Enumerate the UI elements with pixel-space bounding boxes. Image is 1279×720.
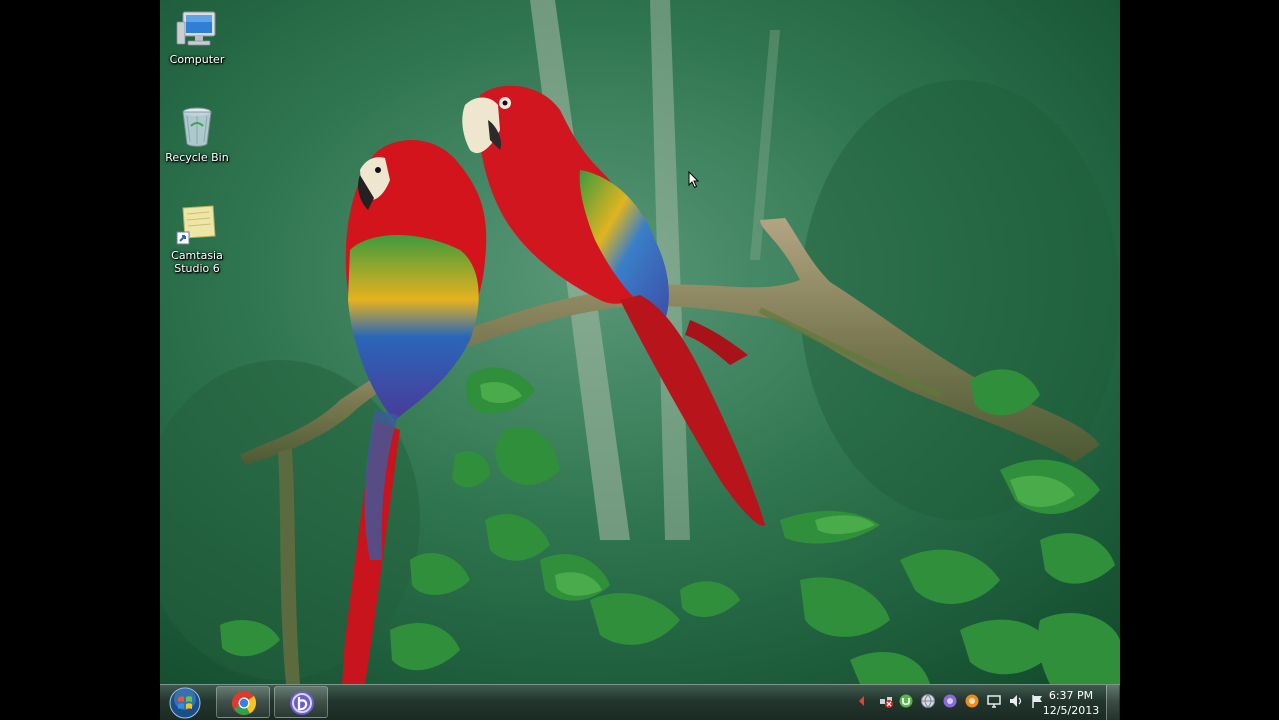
clock-time: 6:37 PM bbox=[1048, 689, 1094, 702]
orange-tray-icon[interactable] bbox=[964, 693, 980, 709]
desktop-wallpaper bbox=[160, 0, 1120, 684]
desktop-icon-camtasia[interactable]: Camtasia Studio 6 bbox=[160, 204, 234, 275]
mouse-pointer-icon bbox=[688, 171, 700, 189]
network-status-icon[interactable] bbox=[878, 693, 894, 709]
desktop-screen: Computer Recycle Bin Camtasia Studio 6 6… bbox=[160, 0, 1120, 720]
volume-icon[interactable] bbox=[1008, 693, 1024, 709]
taskbar-chrome-button[interactable] bbox=[216, 686, 270, 718]
show-desktop-button[interactable] bbox=[1106, 685, 1119, 720]
chrome-icon bbox=[232, 691, 257, 715]
utorrent-tray-icon[interactable] bbox=[898, 693, 914, 709]
camtasia-icon bbox=[176, 205, 216, 245]
desktop-icon-computer[interactable]: Computer bbox=[160, 8, 234, 66]
taskbar-bittorrent-button[interactable] bbox=[274, 686, 328, 718]
desktop-icon-recycle-bin[interactable]: Recycle Bin bbox=[160, 104, 234, 164]
show-hidden-icons-icon[interactable] bbox=[854, 693, 870, 709]
recycle-bin-label: Recycle Bin bbox=[165, 151, 229, 164]
taskbar-clock[interactable]: 6:37 PM 12/5/2013 bbox=[1038, 688, 1104, 718]
clock-date: 12/5/2013 bbox=[1042, 704, 1100, 717]
taskbar: 6:37 PM 12/5/2013 bbox=[160, 684, 1120, 720]
recycle-bin-icon bbox=[182, 107, 212, 147]
windows-start-orb-icon[interactable] bbox=[164, 686, 206, 720]
camtasia-label: Camtasia Studio 6 bbox=[171, 249, 223, 275]
display-tray-icon[interactable] bbox=[986, 693, 1002, 709]
purple-tray-icon[interactable] bbox=[942, 693, 958, 709]
globe-tray-icon[interactable] bbox=[920, 693, 936, 709]
bittorrent-icon bbox=[290, 691, 314, 715]
computer-label: Computer bbox=[169, 53, 225, 66]
computer-icon bbox=[176, 11, 216, 46]
